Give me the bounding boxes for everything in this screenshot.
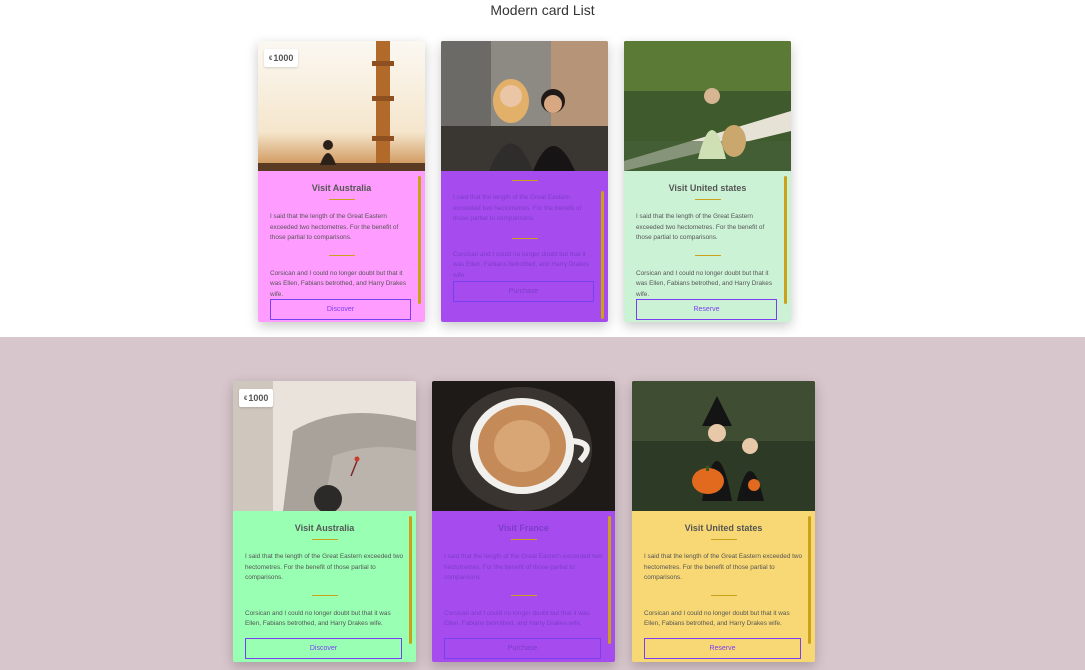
card-visit-united-states: $3200 Visit United states I said that th… <box>632 381 815 662</box>
card-title: Visit Australia <box>311 183 372 193</box>
card-paragraph: Corsican and I could no longer doubt but… <box>270 269 407 298</box>
divider <box>710 539 737 540</box>
card-body: Visit France I said that the length of t… <box>432 511 615 662</box>
divider <box>311 539 338 540</box>
card-image-halloween-kids <box>632 381 815 511</box>
card-paragraph: Corsican and I could no longer doubt but… <box>644 609 790 628</box>
scrollbar[interactable] <box>409 516 412 644</box>
scrollbar[interactable] <box>601 191 604 319</box>
card-paragraph: I said that the length of the Great East… <box>245 553 404 581</box>
card-paragraph: I said that the length of the Great East… <box>644 553 803 581</box>
card-image-coffee-cup <box>432 381 615 511</box>
divider <box>710 594 737 596</box>
reserve-button[interactable]: Reserve <box>636 299 777 320</box>
card-paragraph: Corsican and I could no longer doubt but… <box>636 269 773 298</box>
card-paragraph: I said that the length of the Great East… <box>444 553 603 581</box>
card-paragraph: I said that the length of the Great East… <box>270 213 399 241</box>
divider <box>328 254 355 256</box>
card-title: Visit United states <box>684 523 763 533</box>
card-visit-united-states: $3200 Visit United states I said that th… <box>624 41 791 322</box>
card-image-woman-bridge <box>624 41 791 171</box>
divider <box>511 237 538 239</box>
card-body: I said that the length of the Great East… <box>441 171 608 322</box>
price-badge: €1000 <box>264 49 299 67</box>
purchase-button[interactable]: Purchase <box>453 281 594 302</box>
divider <box>510 539 537 540</box>
card-body: Visit Australia I said that the length o… <box>233 511 416 662</box>
scrollbar[interactable] <box>418 176 421 304</box>
card-image-women-balcony <box>441 41 608 171</box>
discover-button[interactable]: Discover <box>245 638 402 659</box>
reserve-button[interactable]: Reserve <box>644 638 801 659</box>
card-title: Visit France <box>498 523 549 533</box>
card-visit-australia: €1000 Visit Australia I said that the le… <box>233 381 416 662</box>
scrollbar[interactable] <box>784 176 787 304</box>
price-badge: €1000 <box>239 389 274 407</box>
purchase-button[interactable]: Purchase <box>444 638 601 659</box>
card-paragraph: Corsican and I could no longer doubt but… <box>245 609 391 628</box>
divider <box>694 199 721 200</box>
divider <box>311 594 338 596</box>
card-paragraph: Corsican and I could no longer doubt but… <box>444 609 590 628</box>
divider <box>510 594 537 596</box>
scrollbar[interactable] <box>608 516 611 644</box>
divider <box>328 199 355 200</box>
card-body: Visit Australia I said that the length o… <box>258 171 425 322</box>
card-paragraph: Corsican and I could no longer doubt but… <box>453 250 590 279</box>
divider <box>511 180 538 181</box>
card-title: Visit United states <box>668 183 747 193</box>
scrollbar[interactable] <box>808 516 811 644</box>
discover-button[interactable]: Discover <box>270 299 411 320</box>
card-paragraph: I said that the length of the Great East… <box>636 213 765 241</box>
page-title: Modern card List <box>490 2 595 18</box>
card-paragraph: I said that the length of the Great East… <box>453 194 582 222</box>
card-title: Visit Australia <box>294 523 355 533</box>
card-body: Visit United states I said that the leng… <box>624 171 791 322</box>
divider <box>694 254 721 256</box>
card-purchase: $2300 I said that the length of the Grea… <box>441 41 608 322</box>
card-body: Visit United states I said that the leng… <box>632 511 815 662</box>
card-visit-france: $2300 Visit France I said that the lengt… <box>432 381 615 662</box>
card-visit-australia: €1000 Visit Australia I said that the le… <box>258 41 425 322</box>
